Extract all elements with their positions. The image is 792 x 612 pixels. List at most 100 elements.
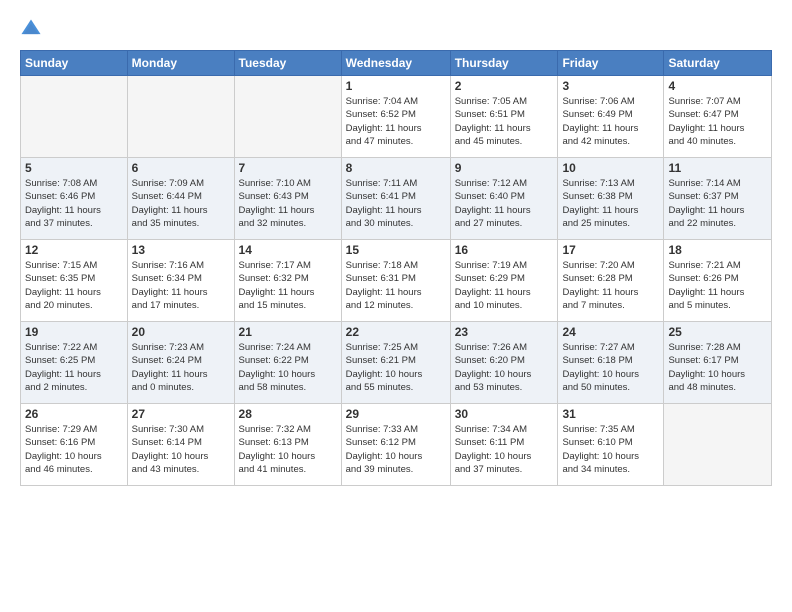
calendar-cell: 13 Sunrise: 7:16 AM Sunset: 6:34 PM Dayli… — [127, 240, 234, 322]
day-number: 10 — [562, 161, 659, 175]
col-header-sunday: Sunday — [21, 51, 128, 76]
logo-icon — [20, 18, 42, 40]
day-number: 7 — [239, 161, 337, 175]
calendar-cell — [664, 404, 772, 486]
day-number: 24 — [562, 325, 659, 339]
day-number: 23 — [455, 325, 554, 339]
day-number: 8 — [346, 161, 446, 175]
calendar-table: SundayMondayTuesdayWednesdayThursdayFrid… — [20, 50, 772, 486]
calendar-cell: 4 Sunrise: 7:07 AM Sunset: 6:47 PM Daylig… — [664, 76, 772, 158]
day-info: Sunrise: 7:32 AM Sunset: 6:13 PM Dayligh… — [239, 423, 337, 476]
col-header-thursday: Thursday — [450, 51, 558, 76]
day-info: Sunrise: 7:11 AM Sunset: 6:41 PM Dayligh… — [346, 177, 446, 230]
calendar-cell: 30 Sunrise: 7:34 AM Sunset: 6:11 PM Dayli… — [450, 404, 558, 486]
day-info: Sunrise: 7:34 AM Sunset: 6:11 PM Dayligh… — [455, 423, 554, 476]
day-info: Sunrise: 7:35 AM Sunset: 6:10 PM Dayligh… — [562, 423, 659, 476]
calendar-cell: 15Sunrise: 7:18 AM Sunset: 6:31 PM Dayli… — [341, 240, 450, 322]
day-number: 27 — [132, 407, 230, 421]
calendar-week-row: 1 Sunrise: 7:04 AM Sunset: 6:52 PM Daylig… — [21, 76, 772, 158]
day-number: 22 — [346, 325, 446, 339]
col-header-saturday: Saturday — [664, 51, 772, 76]
day-info: Sunrise: 7:22 AM Sunset: 6:25 PM Dayligh… — [25, 341, 123, 394]
day-number: 5 — [25, 161, 123, 175]
day-number: 25 — [668, 325, 767, 339]
day-info: Sunrise: 7:26 AM Sunset: 6:20 PM Dayligh… — [455, 341, 554, 394]
day-number: 13 — [132, 243, 230, 257]
day-number: 9 — [455, 161, 554, 175]
day-number: 21 — [239, 325, 337, 339]
calendar-cell: 27 Sunrise: 7:30 AM Sunset: 6:14 PM Dayli… — [127, 404, 234, 486]
calendar-cell: 22 Sunrise: 7:25 AM Sunset: 6:21 PM Dayli… — [341, 322, 450, 404]
calendar-cell: 18 Sunrise: 7:21 AM Sunset: 6:26 PM Dayli… — [664, 240, 772, 322]
page: SundayMondayTuesdayWednesdayThursdayFrid… — [0, 0, 792, 612]
calendar-cell: 12 Sunrise: 7:15 AM Sunset: 6:35 PM Dayli… — [21, 240, 128, 322]
header — [20, 18, 772, 40]
day-info: Sunrise: 7:15 AM Sunset: 6:35 PM Dayligh… — [25, 259, 123, 312]
calendar-week-row: 26 Sunrise: 7:29 AM Sunset: 6:16 PM Dayli… — [21, 404, 772, 486]
calendar-cell: 31 Sunrise: 7:35 AM Sunset: 6:10 PM Dayli… — [558, 404, 664, 486]
day-info: Sunrise: 7:23 AM Sunset: 6:24 PM Dayligh… — [132, 341, 230, 394]
day-number: 30 — [455, 407, 554, 421]
calendar-cell: 28 Sunrise: 7:32 AM Sunset: 6:13 PM Dayli… — [234, 404, 341, 486]
calendar-cell: 21 Sunrise: 7:24 AM Sunset: 6:22 PM Dayli… — [234, 322, 341, 404]
calendar-header-row: SundayMondayTuesdayWednesdayThursdayFrid… — [21, 51, 772, 76]
day-number: 6 — [132, 161, 230, 175]
day-info: Sunrise: 7:19 AM Sunset: 6:29 PM Dayligh… — [455, 259, 554, 312]
day-info: Sunrise: 7:10 AM Sunset: 6:43 PM Dayligh… — [239, 177, 337, 230]
calendar-cell: 25 Sunrise: 7:28 AM Sunset: 6:17 PM Dayli… — [664, 322, 772, 404]
calendar-week-row: 19 Sunrise: 7:22 AM Sunset: 6:25 PM Dayli… — [21, 322, 772, 404]
day-number: 1 — [346, 79, 446, 93]
day-number: 20 — [132, 325, 230, 339]
day-info: Sunrise: 7:05 AM Sunset: 6:51 PM Dayligh… — [455, 95, 554, 148]
day-info: Sunrise: 7:04 AM Sunset: 6:52 PM Dayligh… — [346, 95, 446, 148]
day-info: Sunrise: 7:29 AM Sunset: 6:16 PM Dayligh… — [25, 423, 123, 476]
day-number: 29 — [346, 407, 446, 421]
calendar-week-row: 5 Sunrise: 7:08 AM Sunset: 6:46 PM Daylig… — [21, 158, 772, 240]
day-info: Sunrise: 7:21 AM Sunset: 6:26 PM Dayligh… — [668, 259, 767, 312]
calendar-cell: 19 Sunrise: 7:22 AM Sunset: 6:25 PM Dayli… — [21, 322, 128, 404]
calendar-cell: 9 Sunrise: 7:12 AM Sunset: 6:40 PM Daylig… — [450, 158, 558, 240]
calendar-cell: 23 Sunrise: 7:26 AM Sunset: 6:20 PM Dayli… — [450, 322, 558, 404]
day-info: Sunrise: 7:12 AM Sunset: 6:40 PM Dayligh… — [455, 177, 554, 230]
day-info: Sunrise: 7:30 AM Sunset: 6:14 PM Dayligh… — [132, 423, 230, 476]
day-number: 4 — [668, 79, 767, 93]
calendar-cell: 14 Sunrise: 7:17 AM Sunset: 6:32 PM Dayli… — [234, 240, 341, 322]
day-info: Sunrise: 7:24 AM Sunset: 6:22 PM Dayligh… — [239, 341, 337, 394]
calendar-cell: 3Sunrise: 7:06 AM Sunset: 6:49 PM Daylig… — [558, 76, 664, 158]
day-number: 18 — [668, 243, 767, 257]
day-number: 28 — [239, 407, 337, 421]
day-info: Sunrise: 7:33 AM Sunset: 6:12 PM Dayligh… — [346, 423, 446, 476]
day-info: Sunrise: 7:17 AM Sunset: 6:32 PM Dayligh… — [239, 259, 337, 312]
day-info: Sunrise: 7:08 AM Sunset: 6:46 PM Dayligh… — [25, 177, 123, 230]
logo — [20, 18, 46, 40]
day-number: 31 — [562, 407, 659, 421]
calendar-cell: 29 Sunrise: 7:33 AM Sunset: 6:12 PM Dayli… — [341, 404, 450, 486]
calendar-cell: 17Sunrise: 7:20 AM Sunset: 6:28 PM Dayli… — [558, 240, 664, 322]
day-info: Sunrise: 7:14 AM Sunset: 6:37 PM Dayligh… — [668, 177, 767, 230]
day-info: Sunrise: 7:06 AM Sunset: 6:49 PM Dayligh… — [562, 95, 659, 148]
calendar-cell: 16Sunrise: 7:19 AM Sunset: 6:29 PM Dayli… — [450, 240, 558, 322]
calendar-cell: 1 Sunrise: 7:04 AM Sunset: 6:52 PM Daylig… — [341, 76, 450, 158]
calendar-cell: 11 Sunrise: 7:14 AM Sunset: 6:37 PM Dayli… — [664, 158, 772, 240]
day-info: Sunrise: 7:27 AM Sunset: 6:18 PM Dayligh… — [562, 341, 659, 394]
calendar-cell: 2Sunrise: 7:05 AM Sunset: 6:51 PM Daylig… — [450, 76, 558, 158]
day-number: 12 — [25, 243, 123, 257]
col-header-monday: Monday — [127, 51, 234, 76]
day-number: 26 — [25, 407, 123, 421]
day-number: 11 — [668, 161, 767, 175]
day-info: Sunrise: 7:16 AM Sunset: 6:34 PM Dayligh… — [132, 259, 230, 312]
day-info: Sunrise: 7:07 AM Sunset: 6:47 PM Dayligh… — [668, 95, 767, 148]
calendar-cell: 10Sunrise: 7:13 AM Sunset: 6:38 PM Dayli… — [558, 158, 664, 240]
calendar-cell: 7 Sunrise: 7:10 AM Sunset: 6:43 PM Daylig… — [234, 158, 341, 240]
day-info: Sunrise: 7:28 AM Sunset: 6:17 PM Dayligh… — [668, 341, 767, 394]
calendar-cell: 6Sunrise: 7:09 AM Sunset: 6:44 PM Daylig… — [127, 158, 234, 240]
calendar-cell: 5 Sunrise: 7:08 AM Sunset: 6:46 PM Daylig… — [21, 158, 128, 240]
calendar-cell — [21, 76, 128, 158]
calendar-cell — [234, 76, 341, 158]
col-header-tuesday: Tuesday — [234, 51, 341, 76]
calendar-cell: 20 Sunrise: 7:23 AM Sunset: 6:24 PM Dayli… — [127, 322, 234, 404]
day-number: 14 — [239, 243, 337, 257]
day-info: Sunrise: 7:25 AM Sunset: 6:21 PM Dayligh… — [346, 341, 446, 394]
col-header-wednesday: Wednesday — [341, 51, 450, 76]
day-number: 19 — [25, 325, 123, 339]
